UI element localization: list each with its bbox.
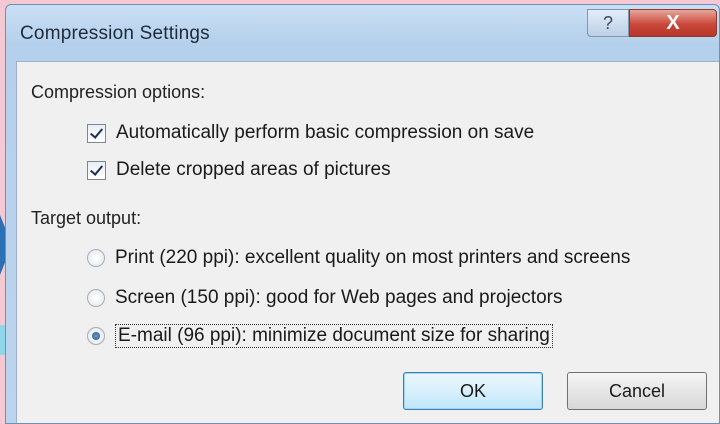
cancel-button[interactable]: Cancel — [567, 372, 707, 410]
target-output-label: Target output: — [31, 208, 142, 228]
help-button[interactable]: ? — [587, 9, 629, 37]
help-icon: ? — [602, 13, 613, 33]
delete-cropped-checkbox[interactable] — [87, 160, 106, 180]
dialog-title: Compression Settings — [20, 23, 210, 44]
auto-compress-checkbox-row[interactable]: Automatically perform basic compression … — [87, 122, 534, 144]
close-button[interactable]: X — [629, 9, 717, 37]
auto-compress-label: Automatically perform basic compression … — [116, 122, 535, 143]
close-icon: X — [666, 12, 680, 34]
compression-options-label: Compression options: — [31, 82, 206, 102]
delete-cropped-checkbox-row[interactable]: Delete cropped areas of pictures — [87, 159, 391, 181]
screen-radio-row[interactable]: Screen (150 ppi): good for Web pages and… — [87, 287, 562, 309]
compression-settings-dialog: Compression Settings ? X Compression opt… — [5, 4, 720, 424]
ok-button[interactable]: OK — [403, 372, 543, 410]
print-label: Print (220 ppi): excellent quality on mo… — [115, 247, 631, 268]
email-radio[interactable] — [87, 327, 105, 345]
print-radio-row[interactable]: Print (220 ppi): excellent quality on mo… — [87, 247, 630, 269]
email-radio-row[interactable]: E-mail (96 ppi): minimize document size … — [87, 324, 553, 348]
title-bar: Compression Settings ? X — [6, 5, 719, 61]
screen-radio[interactable] — [87, 289, 105, 307]
dialog-body: Compression options: Automatically perfo… — [16, 61, 719, 423]
email-label: E-mail (96 ppi): minimize document size … — [115, 324, 553, 348]
screen-label: Screen (150 ppi): good for Web pages and… — [115, 287, 563, 308]
delete-cropped-label: Delete cropped areas of pictures — [116, 159, 391, 180]
print-radio[interactable] — [87, 249, 105, 267]
auto-compress-checkbox[interactable] — [87, 123, 106, 143]
